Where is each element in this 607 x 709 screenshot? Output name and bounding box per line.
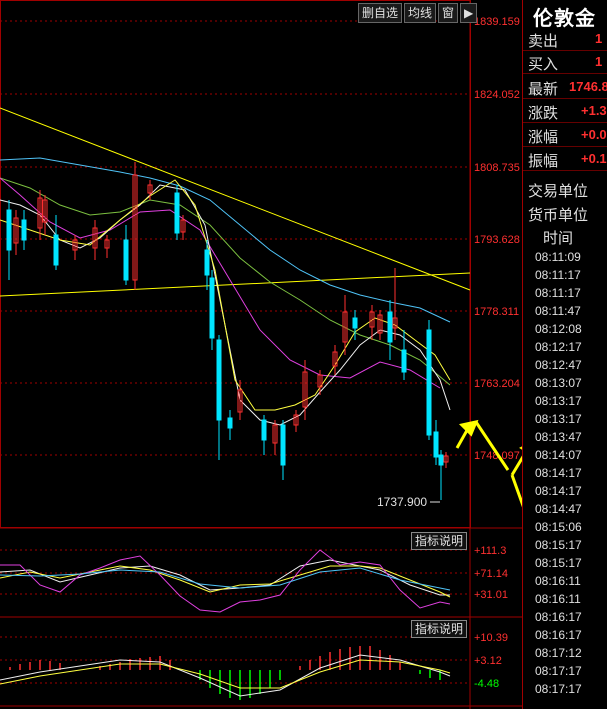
price-tick: 1763.204 xyxy=(474,378,520,390)
trend-line-down xyxy=(0,107,471,291)
macd-bars-up xyxy=(9,646,401,670)
ind2-tick: -4.48 xyxy=(474,678,499,690)
quote-label: 买入 xyxy=(528,56,559,73)
quote-label: 涨幅 xyxy=(528,129,559,146)
ind1-white xyxy=(0,559,450,596)
quote-label: 卖出 xyxy=(528,33,559,50)
time-item: 08:14:07 xyxy=(535,448,582,462)
quote-row-sell: 卖出 1 xyxy=(523,28,607,51)
price-tick: 1824.052 xyxy=(474,89,520,101)
instrument-title: 伦敦金 xyxy=(533,8,596,30)
ind2-tick: +10.39 xyxy=(474,632,508,644)
ind2-tick: +3.12 xyxy=(474,655,502,667)
time-item: 08:16:11 xyxy=(535,592,581,606)
low-price-label: 1737.900 xyxy=(377,495,427,509)
quote-row-change: 涨跌 +1.3 xyxy=(523,100,607,123)
candlestick-chart: 1839.159 1824.052 1808.735 1793.628 1778… xyxy=(0,0,607,709)
time-item: 08:14:47 xyxy=(535,502,582,516)
ma-blue xyxy=(0,157,451,323)
time-item: 08:16:17 xyxy=(535,610,582,624)
time-item: 08:17:12 xyxy=(535,646,582,660)
time-item: 08:14:17 xyxy=(535,466,582,480)
quote-value: 1 xyxy=(595,54,603,69)
time-item: 08:14:17 xyxy=(535,484,582,498)
ma-white xyxy=(0,184,451,426)
tick-time-list: 08:11:09 08:11:17 08:11:17 08:11:47 08:1… xyxy=(535,248,582,698)
window-button[interactable]: 窗 xyxy=(438,3,459,23)
time-item: 08:12:08 xyxy=(535,322,582,336)
currency-unit-label: 货币单位 xyxy=(528,207,589,224)
time-item: 08:17:17 xyxy=(535,682,582,696)
ma-yellow xyxy=(0,179,451,411)
time-item: 08:15:17 xyxy=(535,556,582,570)
time-item: 08:11:17 xyxy=(535,286,581,300)
price-axis: 1839.159 1824.052 1808.735 1793.628 1778… xyxy=(474,16,520,462)
price-tick: 1808.735 xyxy=(474,162,520,174)
quote-panel: 伦敦金 卖出 1 买入 1 最新 1746.8 涨跌 +1.3 涨幅 +0.0 … xyxy=(522,0,607,709)
quote-label: 涨跌 xyxy=(528,105,559,122)
quote-row-buy: 买入 1 xyxy=(523,51,607,74)
indicator2-help-button[interactable]: 指标说明 xyxy=(411,620,468,638)
ind1-magenta xyxy=(0,549,451,613)
quote-value: 1 xyxy=(595,31,603,46)
quote-value: +0.1 xyxy=(581,151,607,166)
time-item: 08:13:17 xyxy=(535,394,582,408)
main-chart-frame xyxy=(0,0,471,528)
quote-row-change-pct: 涨幅 +0.0 xyxy=(523,124,607,147)
delete-watchlist-button[interactable]: 删自选 xyxy=(358,3,403,23)
ma-green xyxy=(0,177,451,386)
quote-row-last: 最新 1746.8 xyxy=(523,76,607,99)
time-header: 时间 xyxy=(543,230,574,247)
time-item: 08:12:47 xyxy=(535,358,582,372)
time-item: 08:16:11 xyxy=(535,574,581,588)
time-item: 08:12:17 xyxy=(535,340,582,354)
quote-value: +1.3 xyxy=(581,103,607,118)
time-item: 08:13:47 xyxy=(535,430,582,444)
time-item: 08:13:07 xyxy=(535,376,582,390)
macd-yellow xyxy=(0,659,451,689)
quote-label: 振幅 xyxy=(528,153,559,170)
price-tick: 1839.159 xyxy=(474,16,520,28)
time-item: 08:11:17 xyxy=(535,268,581,282)
price-tick: 1793.628 xyxy=(474,234,520,246)
indicator1-axis: +111.3 +71.14 +31.01 xyxy=(474,545,508,601)
time-item: 08:15:17 xyxy=(535,538,582,552)
candles-down xyxy=(6,185,444,500)
quote-row-amplitude: 振幅 +0.1 xyxy=(523,148,607,171)
indicator1-help-button[interactable]: 指标说明 xyxy=(411,532,468,550)
quote-label: 最新 xyxy=(528,81,559,98)
trade-unit-label: 交易单位 xyxy=(528,183,589,200)
time-item: 08:17:17 xyxy=(535,664,582,678)
moving-average-button[interactable]: 均线 xyxy=(404,3,437,23)
ind1-tick: +111.3 xyxy=(474,545,506,557)
indicator2-axis: +10.39 +3.12 -4.48 xyxy=(474,632,508,690)
ind1-tick: +71.14 xyxy=(474,568,508,580)
expand-arrow-icon[interactable]: ▶ xyxy=(460,3,478,23)
ind1-yellow xyxy=(0,565,451,598)
macd-bars-down xyxy=(199,670,441,700)
time-item: 08:11:47 xyxy=(535,304,581,318)
price-tick: 1778.311 xyxy=(474,306,519,318)
ind1-tick: +31.01 xyxy=(474,589,508,601)
quote-value: 1746.8 xyxy=(569,79,607,94)
time-item: 08:16:17 xyxy=(535,628,582,642)
quote-value: +0.0 xyxy=(581,127,607,142)
trend-line-flat xyxy=(0,272,471,297)
chart-toolbar: 删自选 均线 窗 ▶ xyxy=(358,3,478,23)
time-item: 08:13:17 xyxy=(535,412,582,426)
time-item: 08:11:09 xyxy=(535,250,581,264)
time-item: 08:15:06 xyxy=(535,520,582,534)
